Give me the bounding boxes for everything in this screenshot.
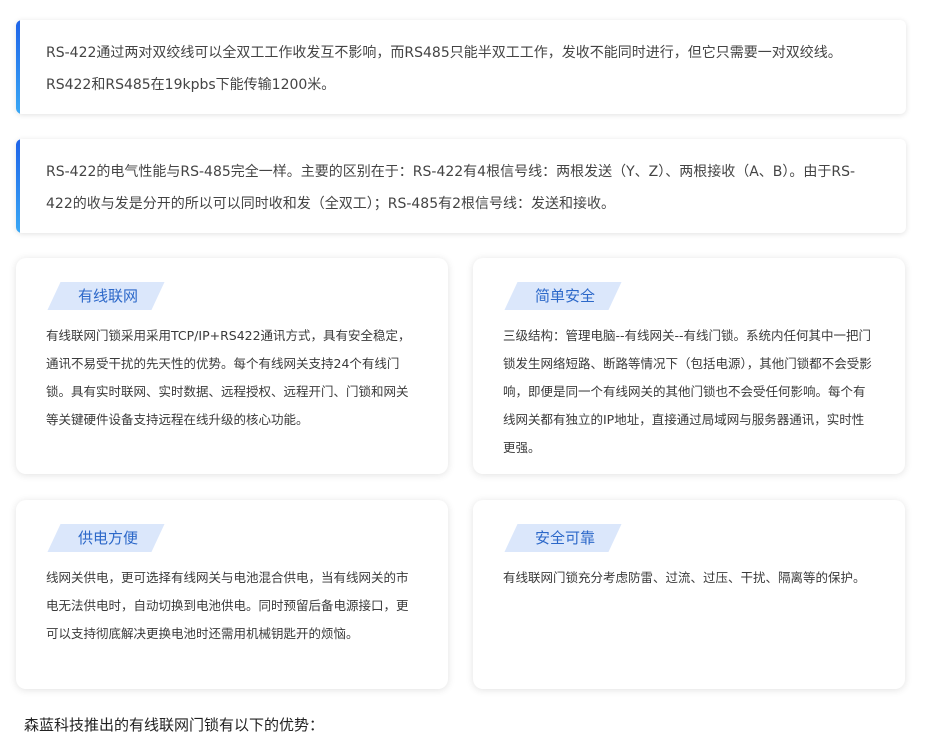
card-title-tag: 供电方便 bbox=[47, 524, 168, 552]
section-heading: 森蓝科技推出的有线联网门锁有以下的优势： bbox=[24, 716, 325, 734]
card-title: 有线联网 bbox=[78, 287, 139, 305]
card-title: 安全可靠 bbox=[535, 529, 596, 547]
card-body: 线网关供电，更可选择有线网关与电池混合供电，当有线网关的市电无法供电时，自动切换… bbox=[46, 570, 409, 641]
notice-text: RS-422通过两对双绞线可以全双工工作收发互不影响，而RS485只能半双工工作… bbox=[46, 45, 842, 93]
card-body: 有线联网门锁采用采用TCP/IP+RS422通讯方式，具有安全稳定，通讯不易受干… bbox=[46, 328, 411, 427]
notice-text: RS-422的电气性能与RS-485完全一样。主要的区别在于：RS-422有4根… bbox=[46, 164, 856, 212]
card-title-tag: 安全可靠 bbox=[504, 524, 625, 552]
feature-card-wired-network: 有线联网 有线联网门锁采用采用TCP/IP+RS422通讯方式，具有安全稳定，通… bbox=[16, 258, 448, 474]
feature-card-power-supply: 供电方便 线网关供电，更可选择有线网关与电池混合供电，当有线网关的市电无法供电时… bbox=[16, 500, 448, 689]
card-title: 简单安全 bbox=[535, 287, 596, 305]
page: RS-422通过两对双绞线可以全双工工作收发互不影响，而RS485只能半双工工作… bbox=[0, 0, 935, 751]
card-title-tag: 简单安全 bbox=[504, 282, 625, 310]
card-title: 供电方便 bbox=[78, 529, 139, 547]
card-title-tag: 有线联网 bbox=[47, 282, 168, 310]
feature-card-simple-secure: 简单安全 三级结构：管理电脑--有线网关--有线门锁。系统内任何其中一把门锁发生… bbox=[473, 258, 905, 474]
card-body: 三级结构：管理电脑--有线网关--有线门锁。系统内任何其中一把门锁发生网络短路、… bbox=[503, 328, 872, 455]
notice-electrical-performance: RS-422的电气性能与RS-485完全一样。主要的区别在于：RS-422有4根… bbox=[16, 139, 906, 233]
feature-card-reliable: 安全可靠 有线联网门锁充分考虑防雷、过流、过压、干扰、隔离等的保护。 bbox=[473, 500, 905, 689]
card-body: 有线联网门锁充分考虑防雷、过流、过压、干扰、隔离等的保护。 bbox=[503, 570, 866, 585]
notice-rs422-vs-rs485: RS-422通过两对双绞线可以全双工工作收发互不影响，而RS485只能半双工工作… bbox=[16, 20, 906, 114]
